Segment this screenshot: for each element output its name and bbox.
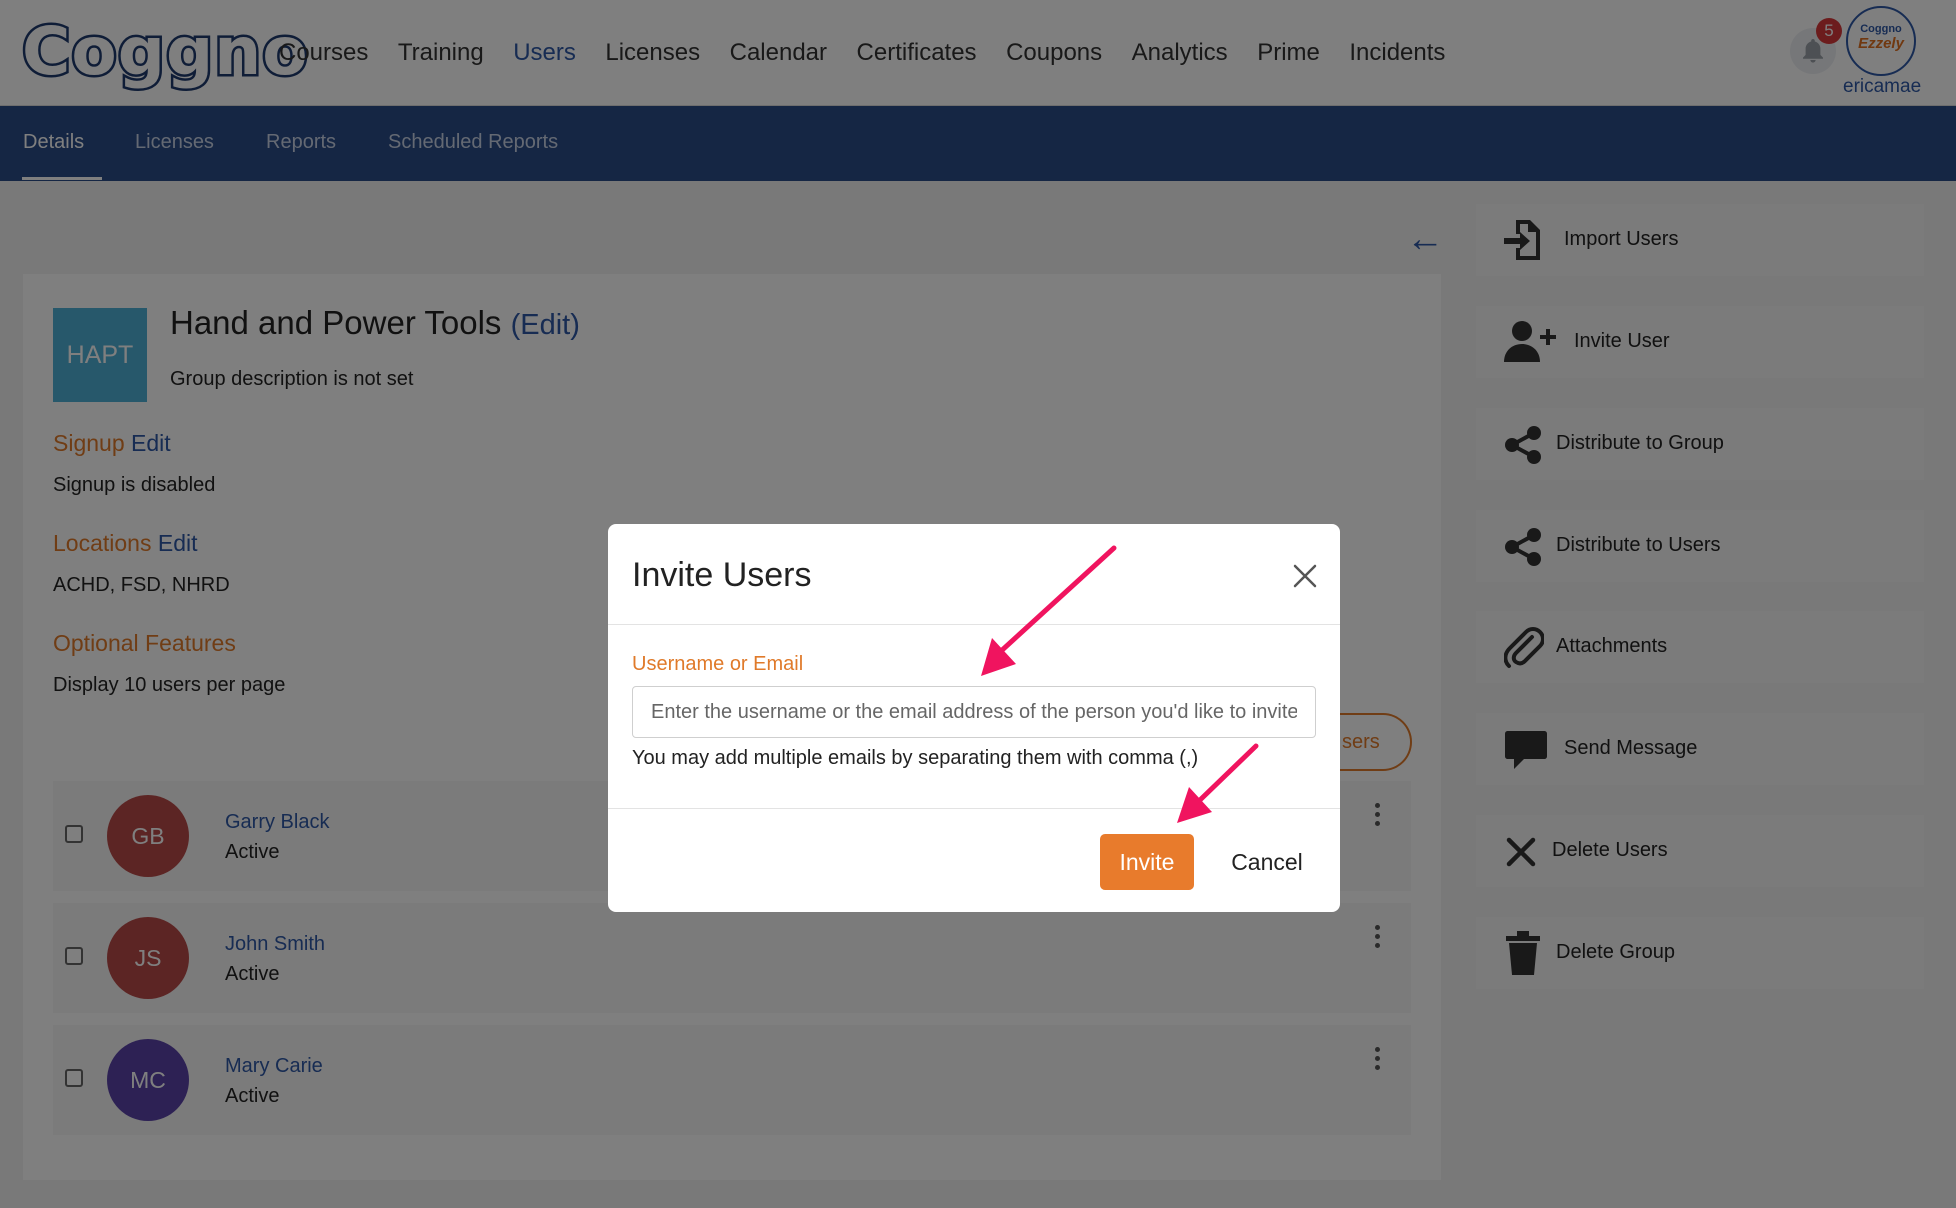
modal-title: Invite Users [632,556,812,594]
invite-users-modal: Invite Users Username or Email You may a… [608,524,1340,912]
modal-divider [608,624,1340,625]
username-email-label: Username or Email [632,653,804,675]
invite-button[interactable]: Invite [1100,834,1194,890]
close-icon[interactable] [1290,561,1320,591]
modal-divider [608,808,1340,809]
username-email-input[interactable] [632,686,1316,738]
multiple-emails-help: You may add multiple emails by separatin… [632,747,1199,769]
cancel-button[interactable]: Cancel [1212,834,1322,890]
